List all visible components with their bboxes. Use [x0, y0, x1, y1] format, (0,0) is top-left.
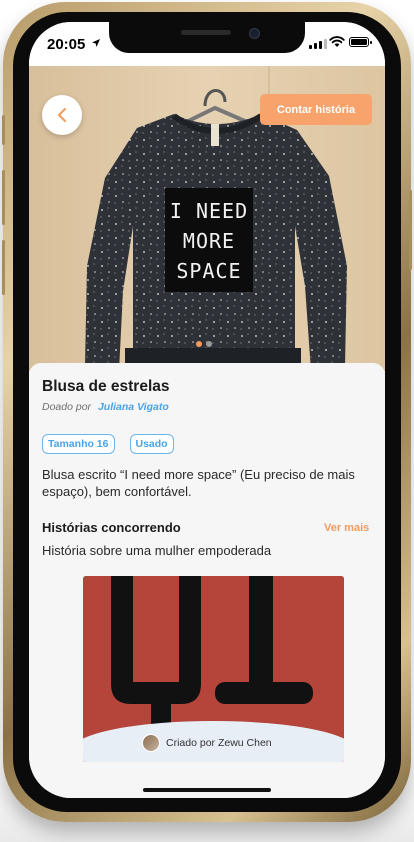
stories-heading: Histórias concorrendo — [42, 520, 181, 535]
status-time: 20:05 — [47, 36, 86, 53]
power-button — [409, 190, 412, 270]
volume-down-button — [2, 240, 5, 295]
speaker-grille — [181, 30, 231, 35]
donated-by-label: Doado por — [42, 401, 92, 413]
carousel-dot-2[interactable] — [206, 341, 212, 347]
front-camera — [249, 28, 260, 39]
back-button[interactable] — [42, 95, 82, 135]
phone-screen: 20:05 I NEED MORE SPACE Contar história … — [29, 22, 385, 798]
tag-size: Tamanho 16 — [42, 434, 115, 454]
creator-avatar — [142, 734, 160, 752]
carousel-indicator — [196, 341, 212, 347]
donor-name-link[interactable]: Juliana Vigato — [98, 401, 169, 413]
chevron-left-icon — [58, 108, 66, 122]
tell-story-button[interactable]: Contar história — [260, 94, 372, 125]
volume-up-button — [2, 170, 5, 225]
shirt-print-text: I NEED MORE SPACE — [165, 196, 253, 286]
notch — [109, 22, 305, 53]
tag-condition: Usado — [129, 434, 174, 454]
carousel-dot-1[interactable] — [196, 341, 202, 347]
wifi-icon — [329, 36, 345, 47]
mute-switch — [2, 115, 5, 145]
shirt-text-line-2: MORE — [182, 229, 236, 253]
battery-icon — [349, 37, 372, 47]
shirt-text-line-3: SPACE — [176, 259, 242, 283]
creator-text: Criado por Zewu Chen — [166, 737, 272, 749]
story-card[interactable]: Criado por Zewu Chen — [83, 576, 344, 762]
item-tags: Tamanho 16 Usado — [42, 434, 174, 454]
donated-by-line: Doado por Juliana Vigato — [42, 401, 169, 413]
item-title: Blusa de estrelas — [42, 378, 170, 395]
creator-info: Criado por Zewu Chen — [142, 734, 272, 752]
see-more-link[interactable]: Ver mais — [324, 522, 369, 534]
item-details-card: Blusa de estrelas Doado por Juliana Viga… — [29, 363, 385, 798]
home-indicator[interactable] — [143, 788, 271, 792]
item-description: Blusa escrito “I need more space” (Eu pr… — [42, 467, 355, 499]
story-title: História sobre uma mulher empoderada — [42, 543, 272, 558]
cellular-signal-icon — [309, 38, 327, 49]
location-arrow-icon — [92, 39, 100, 47]
shirt-text-line-1: I NEED — [169, 199, 249, 223]
